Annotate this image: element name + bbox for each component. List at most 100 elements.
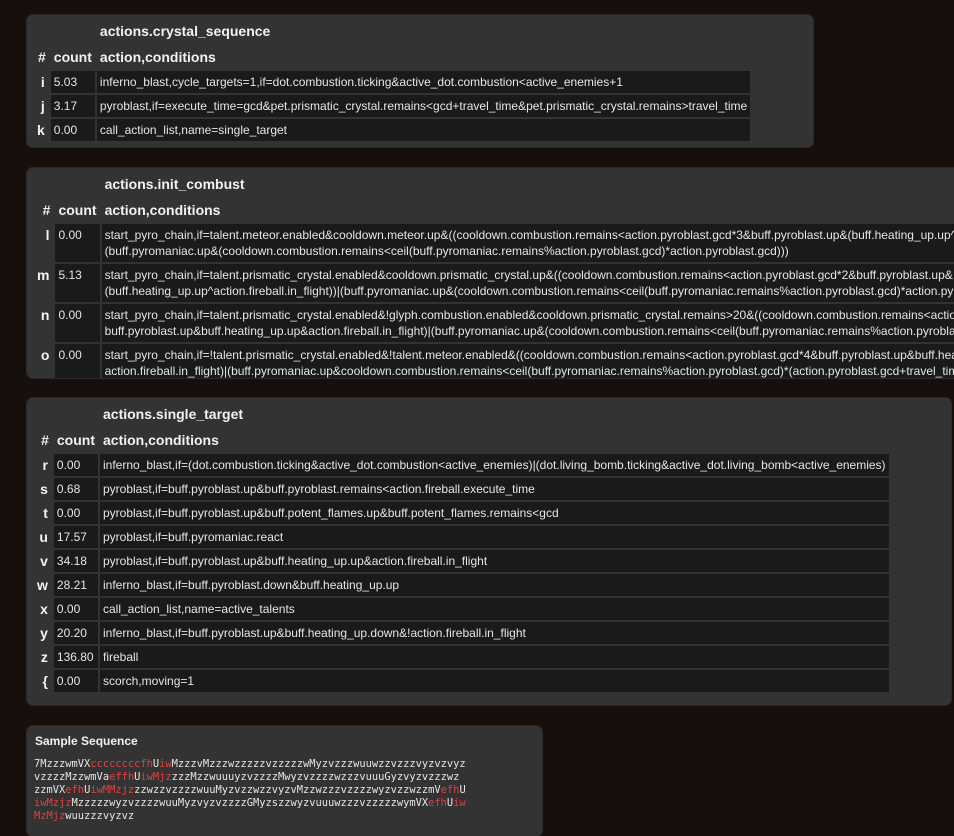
panel-crystal-sequence: actions.crystal_sequence # count action,… bbox=[27, 15, 813, 147]
sequence-segment: MzzzzzwyzvzzzzwuuMyzvyzvzzzzGMyzszzwyzvu… bbox=[71, 797, 429, 809]
row-index: o bbox=[40, 347, 50, 363]
column-header-action: action,conditions bbox=[103, 432, 219, 448]
action-line: start_pyro_chain,if=talent.meteor.enable… bbox=[104, 228, 954, 242]
column-header-index: # bbox=[41, 432, 49, 448]
row-count: 0.00 bbox=[53, 598, 98, 620]
sequence-segment: vzzzzMzzwmVa bbox=[34, 771, 110, 783]
action-line: pyroblast,if=buff.pyroblast.up&buff.pyro… bbox=[103, 482, 535, 496]
row-action: start_pyro_chain,if=talent.prismatic_cry… bbox=[101, 264, 954, 302]
row-action: scorch,moving=1 bbox=[100, 670, 889, 692]
action-line: action.fireball.in_flight)|(buff.pyroman… bbox=[104, 364, 954, 378]
table-row: m 5.13 start_pyro_chain,if=talent.prisma… bbox=[31, 264, 954, 302]
action-line: scorch,moving=1 bbox=[103, 674, 195, 688]
row-count: 0.00 bbox=[53, 670, 98, 692]
sequence-segment-highlight: iwMjz bbox=[140, 771, 172, 783]
row-action: inferno_blast,cycle_targets=1,if=dot.com… bbox=[96, 71, 751, 93]
table-row: o 0.00 start_pyro_chain,if=!talent.prism… bbox=[31, 344, 954, 378]
row-index: n bbox=[40, 307, 50, 323]
sequence-line: vzzzzMzzwmVaeffhUiwMjzzzzMzzwuuuyzvzzzzM… bbox=[34, 771, 542, 784]
action-line: start_pyro_chain,if=!talent.prismatic_cr… bbox=[104, 348, 954, 362]
row-index: u bbox=[39, 529, 48, 545]
table-row: x 0.00 call_action_list,name=active_tale… bbox=[31, 598, 889, 620]
row-action: fireball bbox=[100, 646, 889, 668]
column-header-count: count bbox=[58, 202, 97, 218]
row-action: pyroblast,if=execute_time=gcd&pet.prisma… bbox=[96, 95, 751, 117]
row-index: r bbox=[42, 457, 48, 473]
sequence-segment-highlight: efh bbox=[440, 784, 460, 796]
action-table-crystal-sequence: actions.crystal_sequence # count action,… bbox=[29, 15, 752, 143]
row-index: y bbox=[40, 625, 48, 641]
row-action: call_action_list,name=single_target bbox=[96, 119, 751, 141]
action-line: pyroblast,if=buff.pyromaniac.react bbox=[103, 530, 284, 544]
row-count: 0.68 bbox=[53, 478, 98, 500]
row-count: 0.00 bbox=[53, 502, 98, 524]
sequence-segment-highlight: ccccccccfh bbox=[90, 758, 153, 770]
sequence-segment-highlight: efh bbox=[428, 797, 447, 809]
row-count: 0.00 bbox=[50, 119, 95, 141]
row-count: 5.03 bbox=[50, 71, 95, 93]
row-action: pyroblast,if=buff.pyroblast.up&buff.pote… bbox=[100, 502, 889, 524]
sequence-line: iwMzjzMzzzzzwyzvzzzzwuuMyzvyzvzzzzGMyzsz… bbox=[34, 797, 542, 810]
table-row: z 136.80 fireball bbox=[31, 646, 889, 668]
action-line: inferno_blast,if=buff.pyroblast.up&buff.… bbox=[103, 626, 526, 640]
row-action: start_pyro_chain,if=!talent.prismatic_cr… bbox=[101, 344, 954, 378]
action-line: call_action_list,name=single_target bbox=[99, 123, 288, 137]
table-row: k 0.00 call_action_list,name=single_targ… bbox=[31, 119, 751, 141]
action-line: (buff.heating_up.up^action.fireball.in_f… bbox=[104, 284, 954, 298]
row-index: j bbox=[40, 98, 45, 114]
sequence-line: 7MzzzwmVXccccccccfhUiwMzzzvMzzzwzzzzzvzz… bbox=[34, 758, 542, 771]
action-line: pyroblast,if=buff.pyroblast.up&buff.heat… bbox=[103, 554, 488, 568]
row-count: 0.00 bbox=[55, 304, 100, 342]
sequence-segment-highlight: iwMzjz bbox=[34, 797, 72, 809]
column-header-action: action,conditions bbox=[104, 202, 221, 218]
column-header-index: # bbox=[38, 49, 46, 65]
row-action: call_action_list,name=active_talents bbox=[100, 598, 889, 620]
row-count: 3.17 bbox=[50, 95, 95, 117]
table-row: j 3.17 pyroblast,if=execute_time=gcd&pet… bbox=[31, 95, 751, 117]
sample-sequence-text: 7MzzzwmVXccccccccfh Uiw MzzzvMzzzwzzzzzvzz… bbox=[27, 748, 542, 823]
sequence-segment: wuuzzzvyzvz bbox=[65, 810, 135, 822]
row-action: pyroblast,if=buff.pyroblast.up&buff.heat… bbox=[100, 550, 889, 572]
row-action: inferno_blast,if=(dot.combustion.ticking… bbox=[100, 454, 889, 476]
table-title: actions.single_target bbox=[103, 406, 244, 422]
action-line: start_pyro_chain,if=talent.prismatic_cry… bbox=[104, 268, 953, 282]
sequence-segment: U bbox=[459, 784, 466, 796]
row-count: 17.57 bbox=[53, 526, 98, 548]
column-header-action: action,conditions bbox=[99, 49, 216, 65]
sequence-segment-highlight: effh bbox=[109, 771, 135, 783]
sequence-segment: MzzzvMzzzwzzzzzvzzzzzwMyzvzzzwuuwzzvzzzv… bbox=[171, 758, 466, 770]
table-row: s 0.68 pyroblast,if=buff.pyroblast.up&bu… bbox=[31, 478, 889, 500]
row-action: inferno_blast,if=buff.pyroblast.up&buff.… bbox=[100, 622, 889, 644]
sequence-line: MzMjzwuuzzzvyzvz bbox=[34, 810, 542, 823]
sequence-segment-highlight: iw bbox=[453, 797, 466, 809]
sequence-segment: 7MzzzwmVX bbox=[34, 758, 91, 770]
row-count: 0.00 bbox=[53, 454, 98, 476]
row-action: pyroblast,if=buff.pyroblast.up&buff.pyro… bbox=[100, 478, 889, 500]
row-index: v bbox=[40, 553, 48, 569]
sequence-segment-highlight: MzMjz bbox=[34, 810, 66, 822]
action-line: buff.pyroblast.up&buff.heating_up.up&act… bbox=[104, 324, 954, 338]
sequence-line: zzmVXefhUiwMMzjzzzwzzvzzzzwuuMyzvzzwzzvy… bbox=[34, 784, 542, 797]
row-index: z bbox=[40, 649, 48, 665]
row-index: k bbox=[37, 122, 45, 138]
row-count: 20.20 bbox=[53, 622, 98, 644]
table-row: t 0.00 pyroblast,if=buff.pyroblast.up&bu… bbox=[31, 502, 889, 524]
action-line: inferno_blast,if=buff.pyroblast.down&buf… bbox=[103, 578, 400, 592]
row-index: l bbox=[45, 227, 50, 243]
row-index: i bbox=[40, 74, 45, 90]
row-index: s bbox=[40, 481, 48, 497]
row-index: { bbox=[42, 673, 48, 689]
row-count: 34.18 bbox=[53, 550, 98, 572]
table-row: i 5.03 inferno_blast,cycle_targets=1,if=… bbox=[31, 71, 751, 93]
panel-init-combust: actions.init_combust # count action,cond… bbox=[27, 168, 954, 378]
row-index: t bbox=[43, 505, 48, 521]
sample-sequence-title: Sample Sequence bbox=[35, 734, 138, 748]
row-action: inferno_blast,if=buff.pyroblast.down&buf… bbox=[100, 574, 889, 596]
action-line: call_action_list,name=active_talents bbox=[103, 602, 295, 616]
action-line: pyroblast,if=execute_time=gcd&pet.prisma… bbox=[99, 99, 748, 113]
action-line: fireball bbox=[103, 650, 139, 664]
panel-sample-sequence: Sample Sequence 7MzzzwmVXccccccccfhUiwMz… bbox=[27, 726, 542, 836]
column-header-count: count bbox=[53, 49, 92, 65]
row-count: 0.00 bbox=[55, 224, 100, 262]
panel-single-target: actions.single_target # count action,con… bbox=[27, 398, 951, 705]
